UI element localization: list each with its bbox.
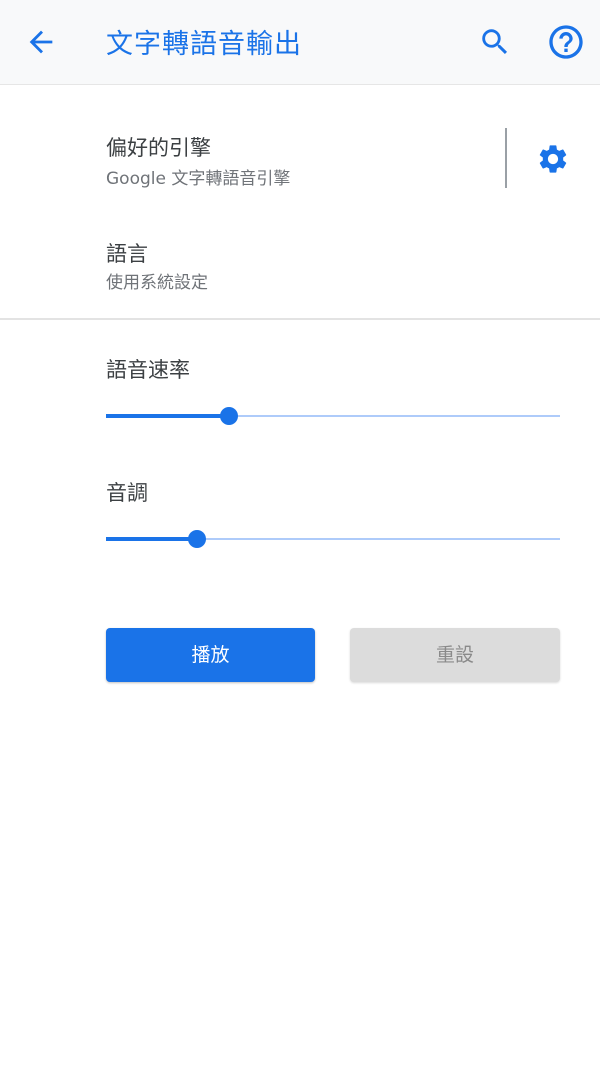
reset-button[interactable]: 重設 bbox=[350, 628, 560, 682]
search-icon[interactable] bbox=[478, 25, 512, 59]
speech-rate-label: 語音速率 bbox=[106, 358, 190, 382]
language-summary: 使用系統設定 bbox=[106, 273, 208, 293]
play-button[interactable]: 播放 bbox=[106, 628, 315, 682]
arrow-back-icon[interactable] bbox=[24, 25, 58, 59]
language-title: 語言 bbox=[106, 242, 148, 266]
app-bar: 文字轉語音輸出 bbox=[0, 0, 600, 85]
speech-rate-slider[interactable] bbox=[106, 404, 560, 428]
language-row[interactable]: 語言 使用系統設定 bbox=[0, 216, 600, 316]
preferred-engine-row[interactable]: 偏好的引擎 Google 文字轉語音引擎 bbox=[0, 110, 600, 210]
slider-thumb[interactable] bbox=[188, 530, 206, 548]
help-circle-icon[interactable] bbox=[546, 22, 586, 62]
preferred-engine-summary: Google 文字轉語音引擎 bbox=[106, 169, 291, 189]
pitch-slider[interactable] bbox=[106, 527, 560, 551]
gear-icon[interactable] bbox=[536, 142, 570, 176]
page-title: 文字轉語音輸出 bbox=[106, 29, 302, 60]
slider-active-track bbox=[106, 414, 229, 418]
engine-settings-divider bbox=[505, 128, 507, 188]
slider-active-track bbox=[106, 537, 197, 541]
section-divider bbox=[0, 318, 600, 320]
slider-thumb[interactable] bbox=[220, 407, 238, 425]
preferred-engine-title: 偏好的引擎 bbox=[106, 136, 211, 160]
pitch-label: 音調 bbox=[106, 481, 148, 505]
